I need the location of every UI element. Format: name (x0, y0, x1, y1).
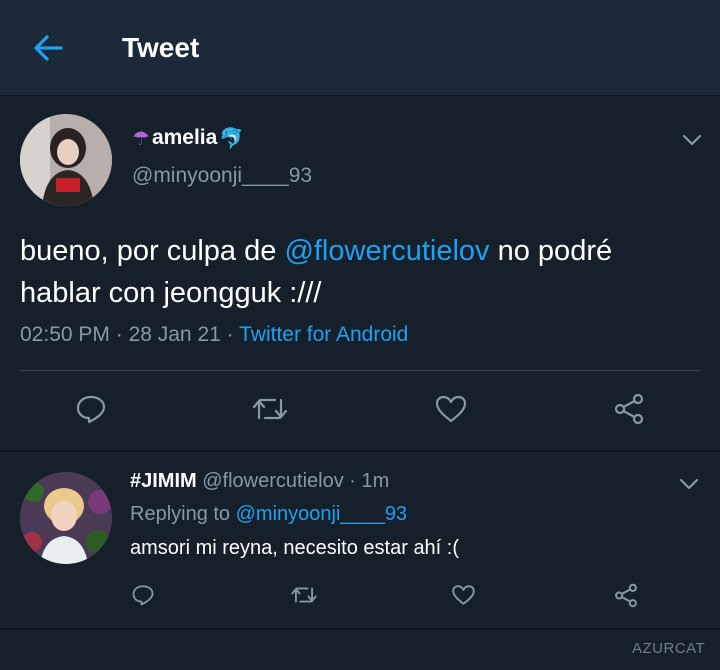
profile-photo (20, 472, 112, 564)
tweet-source[interactable]: Twitter for Android (239, 323, 408, 346)
reply-time: 1m (361, 470, 390, 492)
divider (0, 450, 720, 452)
retweet-icon (252, 398, 288, 420)
comment-icon (132, 585, 154, 606)
dolphin-emoji: 🐬 (219, 126, 245, 150)
arrow-left-icon (34, 35, 63, 61)
reply-handle[interactable]: @flowercutielov (202, 470, 343, 492)
tweet-date: 28 Jan 21 (128, 323, 221, 346)
retweet-icon (291, 587, 317, 603)
reply-header: #JIMIM @flowercutielov · 1m (130, 470, 389, 493)
reply-avatar[interactable] (20, 472, 112, 564)
heart-icon (451, 585, 475, 605)
share-icon (615, 583, 637, 607)
divider (20, 370, 700, 371)
like-button[interactable] (432, 391, 470, 427)
reply-share-button[interactable] (610, 579, 642, 611)
meta-separator: · (109, 323, 129, 346)
reply-like-button[interactable] (448, 580, 478, 610)
reply-text: amsori mi reyna, necesito estar ahí :( (130, 537, 460, 559)
tweet-text-before: bueno, por culpa de (20, 235, 285, 267)
reply-display-name[interactable]: #JIMIM (130, 470, 197, 492)
display-name-text: amelia (151, 126, 218, 149)
mention-link[interactable]: @flowercutielov (284, 235, 489, 267)
umbrella-emoji: ☂ (132, 126, 150, 150)
display-name[interactable]: ☂ amelia 🐬 (132, 126, 244, 150)
reply-retweet-button[interactable] (288, 580, 320, 610)
tweet-text: bueno, por culpa de @flowercutielov no p… (20, 230, 700, 314)
tweet-meta: 02:50 PM · 28 Jan 21 · Twitter for Andro… (20, 323, 408, 347)
tweet-menu-button[interactable] (678, 126, 706, 154)
reply-reply-button[interactable] (128, 580, 158, 610)
meta-separator: · (343, 470, 362, 492)
chevron-down-icon (679, 478, 699, 490)
profile-photo (20, 114, 112, 206)
reply-menu-button[interactable] (675, 470, 703, 498)
divider (0, 628, 720, 630)
top-bar: Tweet (0, 0, 720, 96)
user-handle[interactable]: @minyoonji____93 (132, 164, 312, 188)
replying-label: Replying to (130, 503, 236, 525)
reply-button[interactable] (72, 391, 110, 427)
replying-to: Replying to @minyoonji____93 (130, 503, 407, 526)
back-button[interactable] (28, 30, 68, 66)
tweet-time: 02:50 PM (20, 323, 110, 346)
comment-icon (76, 395, 106, 424)
share-icon (614, 393, 644, 425)
meta-separator: · (220, 323, 240, 346)
watermark: AZURCAT (632, 640, 706, 657)
chevron-down-icon (682, 134, 702, 146)
heart-icon (435, 395, 467, 423)
page-title: Tweet (122, 32, 200, 63)
avatar[interactable] (20, 114, 112, 206)
share-button[interactable] (610, 391, 648, 427)
retweet-button[interactable] (250, 391, 290, 427)
replying-to-handle[interactable]: @minyoonji____93 (236, 503, 408, 525)
